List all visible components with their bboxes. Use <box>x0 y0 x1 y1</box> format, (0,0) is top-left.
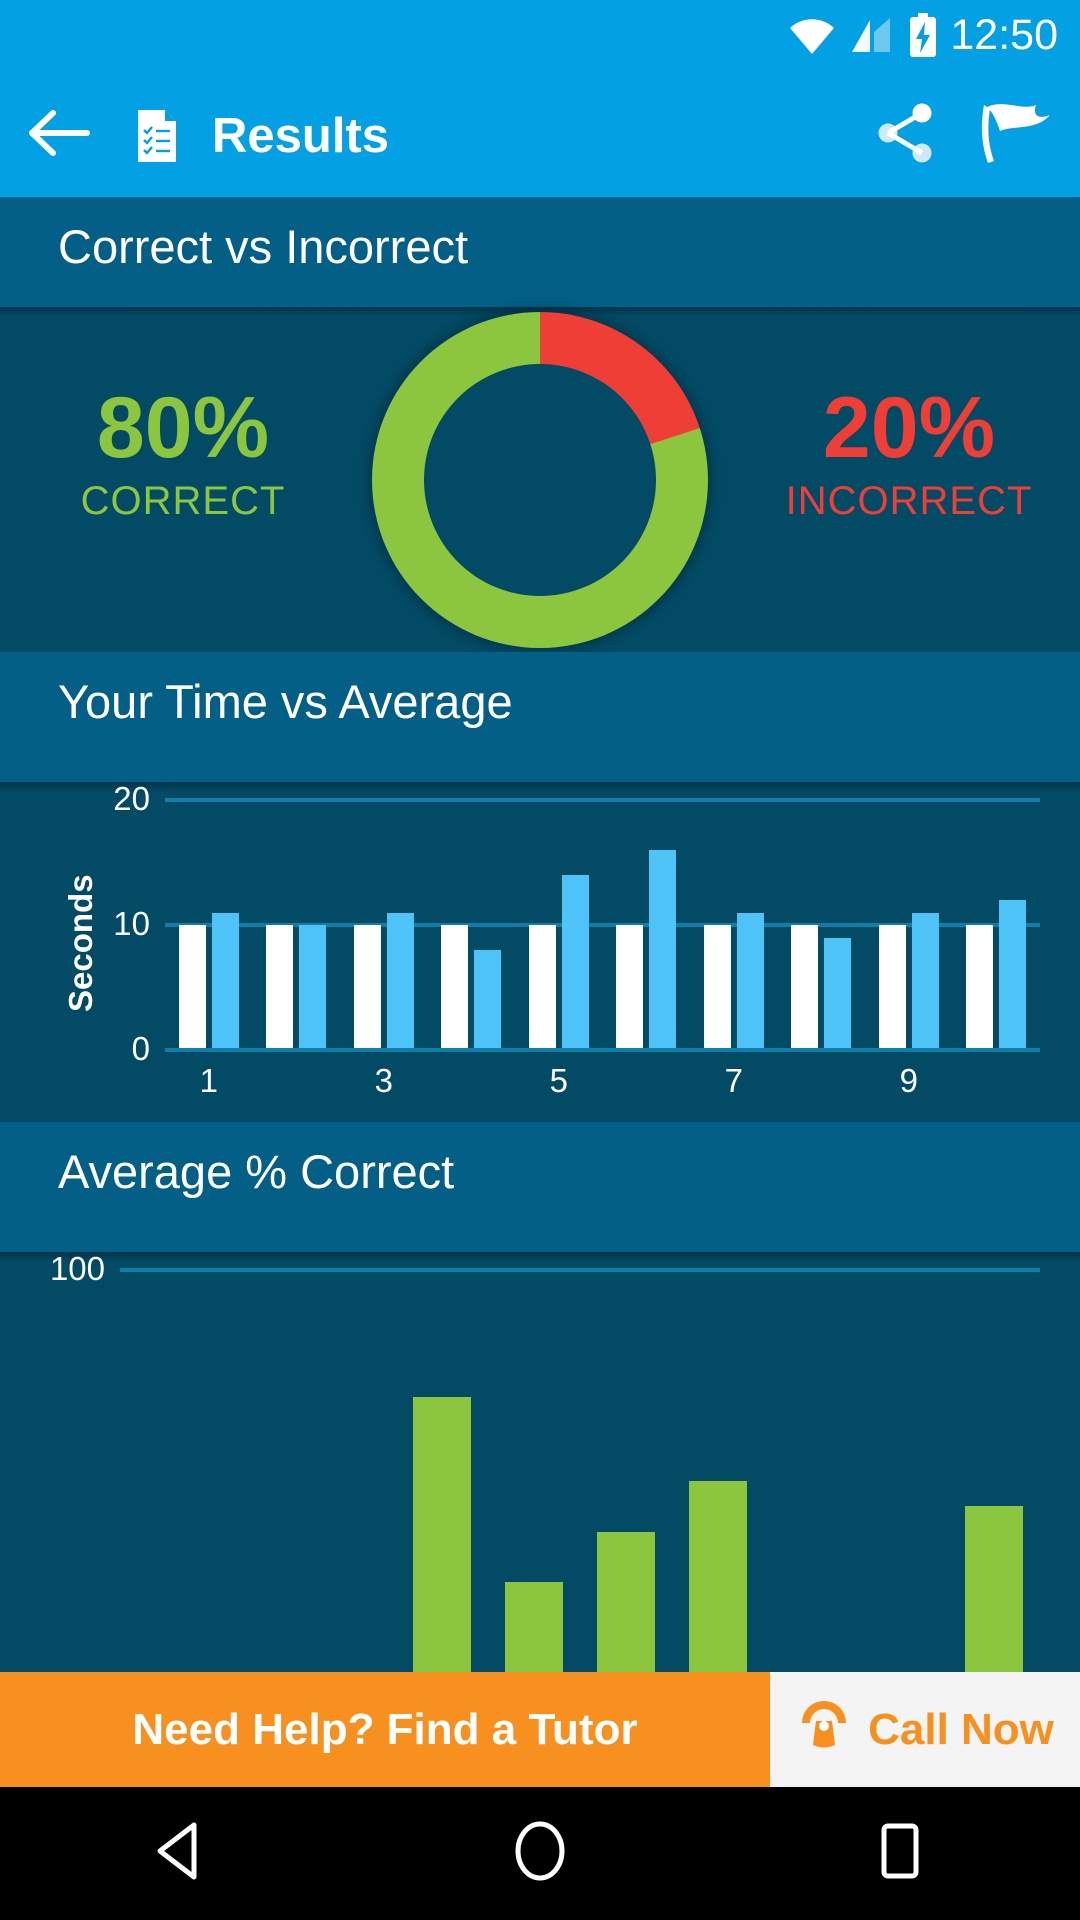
section-header-correct-vs-incorrect: Correct vs Incorrect <box>0 197 1080 307</box>
y-axis-tick-label: 0 <box>131 1030 150 1067</box>
nav-home-icon <box>511 1820 569 1887</box>
nav-back-button[interactable] <box>90 1787 270 1920</box>
flag-button[interactable] <box>962 101 1080 170</box>
section-header-time-vs-average: Your Time vs Average <box>0 652 1080 782</box>
nav-home-button[interactable] <box>450 1787 630 1920</box>
gridline <box>165 923 1040 927</box>
correct-vs-incorrect-panel: 80% CORRECT 20% INCORRECT <box>0 307 1080 652</box>
tutor-ad-message: Need Help? Find a Tutor <box>132 1704 638 1754</box>
bar <box>211 912 239 1050</box>
time-vs-average-chart: 0 10 20 Seconds 1 3 5 7 9 <box>0 780 1080 1122</box>
android-nav-bar <box>0 1787 1080 1920</box>
phone-screen: 12:50 Results Correct vs Incorrect 80% C… <box>0 0 1080 1920</box>
battery-charging-icon <box>908 12 938 62</box>
section-header-average-correct: Average % Correct <box>0 1122 1080 1252</box>
bar <box>966 925 994 1050</box>
nav-back-icon <box>152 1821 208 1886</box>
bar <box>353 925 381 1050</box>
call-now-button[interactable]: Call Now <box>770 1672 1080 1787</box>
phone-icon <box>796 1699 852 1760</box>
donut-hole <box>424 363 656 596</box>
nav-recents-button[interactable] <box>810 1787 990 1920</box>
bar <box>824 937 852 1050</box>
bar <box>616 925 644 1050</box>
bar <box>413 1396 471 1692</box>
bar <box>999 900 1027 1050</box>
share-icon <box>875 103 937 168</box>
tutor-ad-message-area[interactable]: Need Help? Find a Tutor <box>0 1672 770 1787</box>
x-axis-tick-label: 3 <box>374 1062 393 1099</box>
y-axis-tick-label: 20 <box>113 780 150 817</box>
bar <box>178 925 206 1050</box>
x-axis-tick-label: 9 <box>899 1062 918 1099</box>
bar <box>386 912 414 1050</box>
bar <box>965 1506 1023 1692</box>
page-title: Results <box>212 108 390 163</box>
time-vs-average-chart-panel: 0 10 20 Seconds 1 3 5 7 9 <box>0 780 1080 1122</box>
section-title-average-correct: Average % Correct <box>58 1145 455 1198</box>
x-axis-tick-label: 5 <box>549 1062 568 1099</box>
bar <box>528 925 556 1050</box>
bar <box>736 912 764 1050</box>
average-correct-chart-panel: 100 <box>0 1250 1080 1694</box>
status-bar: 12:50 <box>0 0 1080 74</box>
x-axis-tick-label: 7 <box>724 1062 743 1099</box>
y-axis-tick-label: 100 <box>49 1250 105 1287</box>
donut-chart <box>372 311 708 648</box>
bar <box>911 912 939 1050</box>
bar <box>441 925 469 1050</box>
bar <box>299 925 327 1050</box>
section-title-correct-vs-incorrect: Correct vs Incorrect <box>58 220 469 273</box>
y-axis-title: Seconds <box>62 874 99 1012</box>
bar <box>266 925 294 1050</box>
average-correct-chart: 100 <box>0 1250 1080 1694</box>
bar <box>597 1531 655 1692</box>
nav-recents-icon <box>874 1822 926 1885</box>
x-axis-line <box>165 1048 1040 1052</box>
wifi-icon <box>788 16 836 59</box>
status-icons <box>788 12 938 62</box>
x-axis-tick-label: 1 <box>199 1062 218 1099</box>
results-document-icon <box>120 108 194 164</box>
back-button[interactable] <box>0 109 120 162</box>
bar <box>703 925 731 1050</box>
bar <box>474 950 502 1050</box>
share-button[interactable] <box>850 103 962 168</box>
bar <box>649 850 677 1050</box>
tutor-ad-banner[interactable]: Need Help? Find a Tutor Call Now <box>0 1672 1080 1787</box>
donut-chart-wrapper <box>0 307 1080 652</box>
bar <box>791 925 819 1050</box>
section-title-time-vs-average: Your Time vs Average <box>58 675 513 728</box>
gridline <box>165 798 1040 802</box>
bar <box>689 1481 747 1692</box>
status-clock: 12:50 <box>950 10 1058 59</box>
app-bar: Results <box>0 74 1080 197</box>
bar <box>561 875 589 1050</box>
flag-icon <box>974 101 1054 170</box>
signal-icon <box>850 16 894 59</box>
back-arrow-icon <box>29 109 91 162</box>
gridline <box>120 1268 1040 1272</box>
call-now-label: Call Now <box>868 1704 1054 1754</box>
bar <box>878 925 906 1050</box>
